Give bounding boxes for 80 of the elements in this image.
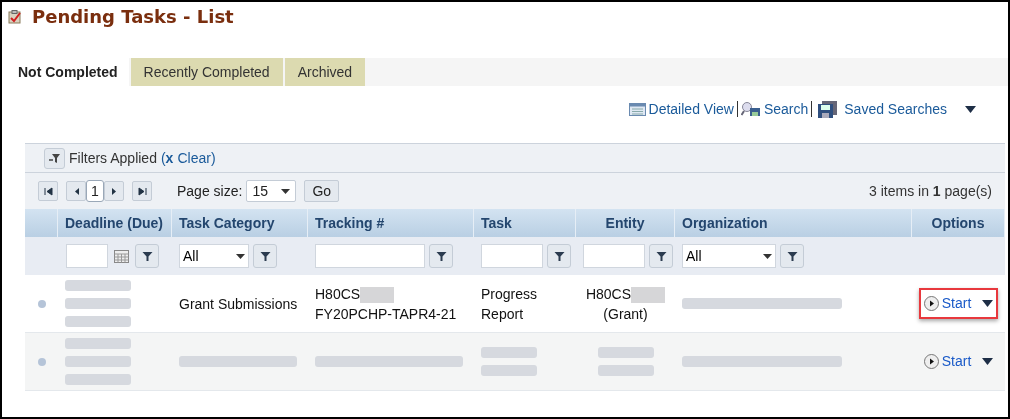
filter-field[interactable] (481, 244, 543, 268)
page-size-dropdown[interactable]: 15 (246, 180, 297, 202)
list-icon (628, 102, 646, 116)
play-icon (923, 354, 939, 369)
last-page-icon (137, 186, 147, 196)
filter-icon (786, 250, 798, 262)
date-field[interactable] (66, 244, 108, 268)
tab[interactable]: Not Completed (7, 58, 129, 86)
redacted-text (597, 365, 654, 376)
filter-icon (48, 152, 61, 164)
start-button[interactable]: Start (923, 351, 972, 372)
page-title: Pending Tasks - List (32, 8, 234, 26)
filter-button[interactable] (649, 244, 673, 268)
toolbar-link[interactable]: Saved Searches (818, 98, 947, 120)
caret-icon (763, 253, 772, 259)
filter-button[interactable] (547, 244, 571, 268)
filter-icon (553, 250, 565, 262)
caret-icon (236, 253, 245, 259)
next-page-button[interactable] (104, 181, 124, 201)
next-page-icon (110, 186, 118, 196)
go-button[interactable]: Go (304, 180, 340, 202)
filters-applied-label: Filters Applied (69, 148, 157, 168)
toolbar-link[interactable]: Search (740, 98, 809, 120)
page-size-label: Page size: (177, 181, 243, 201)
filter-icon (141, 250, 153, 262)
redacted-text (597, 347, 654, 358)
cell-text: Progress Report (481, 284, 539, 324)
previous-page-icon (72, 186, 80, 196)
redacted-text (65, 280, 131, 291)
filter-button[interactable] (44, 147, 65, 169)
filter-field[interactable] (315, 244, 425, 268)
caret-icon[interactable] (982, 300, 994, 307)
cell-text: H80CS FY20PCHP-TAPR4-21 (315, 284, 458, 324)
last-page-button[interactable] (132, 181, 152, 201)
redacted-text (65, 316, 131, 327)
calendar-icon[interactable] (114, 249, 129, 263)
cell-text: H80CS (Grant) (583, 283, 668, 324)
play-icon (923, 296, 939, 311)
items-summary: 3 items in 1 page(s) (869, 181, 992, 201)
filter-icon (655, 250, 667, 262)
filter-icon (259, 250, 271, 262)
previous-page-button[interactable] (66, 181, 86, 201)
clear-filters-link[interactable]: x Clear (165, 147, 211, 169)
first-page-button[interactable] (38, 181, 58, 201)
filter-dropdown[interactable]: All (682, 244, 776, 268)
filter-dropdown[interactable]: All (179, 244, 249, 268)
column-header[interactable]: Task Category (172, 209, 308, 237)
column-header[interactable]: Entity (576, 209, 675, 237)
filter-icon (435, 250, 447, 262)
column-header[interactable]: Deadline (Due) (58, 209, 172, 237)
filter-button[interactable] (429, 244, 453, 268)
redacted-text (481, 347, 537, 358)
filter-button[interactable] (135, 244, 159, 268)
caret-icon (281, 188, 291, 194)
column-header[interactable]: Options (912, 209, 1005, 237)
redacted-text (481, 365, 537, 376)
filter-field[interactable] (583, 244, 645, 268)
floppy-disk-icon (818, 100, 839, 118)
redacted-text (65, 374, 131, 385)
toolbar-link[interactable]: Detailed View (628, 98, 734, 120)
tab[interactable]: Recently Completed (130, 58, 283, 86)
filter-button[interactable] (780, 244, 804, 268)
caret-icon[interactable] (965, 105, 976, 113)
filter-button[interactable] (253, 244, 277, 268)
cell-text: Grant Submissions (179, 294, 298, 314)
current-page-button[interactable]: 1 (86, 180, 104, 202)
search-icon (740, 101, 761, 117)
start-button[interactable]: Start (923, 293, 972, 314)
open-paren: ( (160, 148, 166, 168)
first-page-icon (43, 186, 53, 196)
column-header[interactable]: Tracking # (308, 209, 474, 237)
redacted-text (65, 338, 131, 349)
close-paren: ) (210, 148, 216, 168)
redacted-text (65, 356, 131, 367)
caret-icon[interactable] (982, 358, 994, 365)
column-header[interactable]: Organization (675, 209, 912, 237)
redacted-text (65, 298, 131, 309)
clipboard-check-icon (8, 10, 22, 24)
column-header[interactable]: Task (474, 209, 576, 237)
tab[interactable]: Archived (284, 58, 366, 86)
